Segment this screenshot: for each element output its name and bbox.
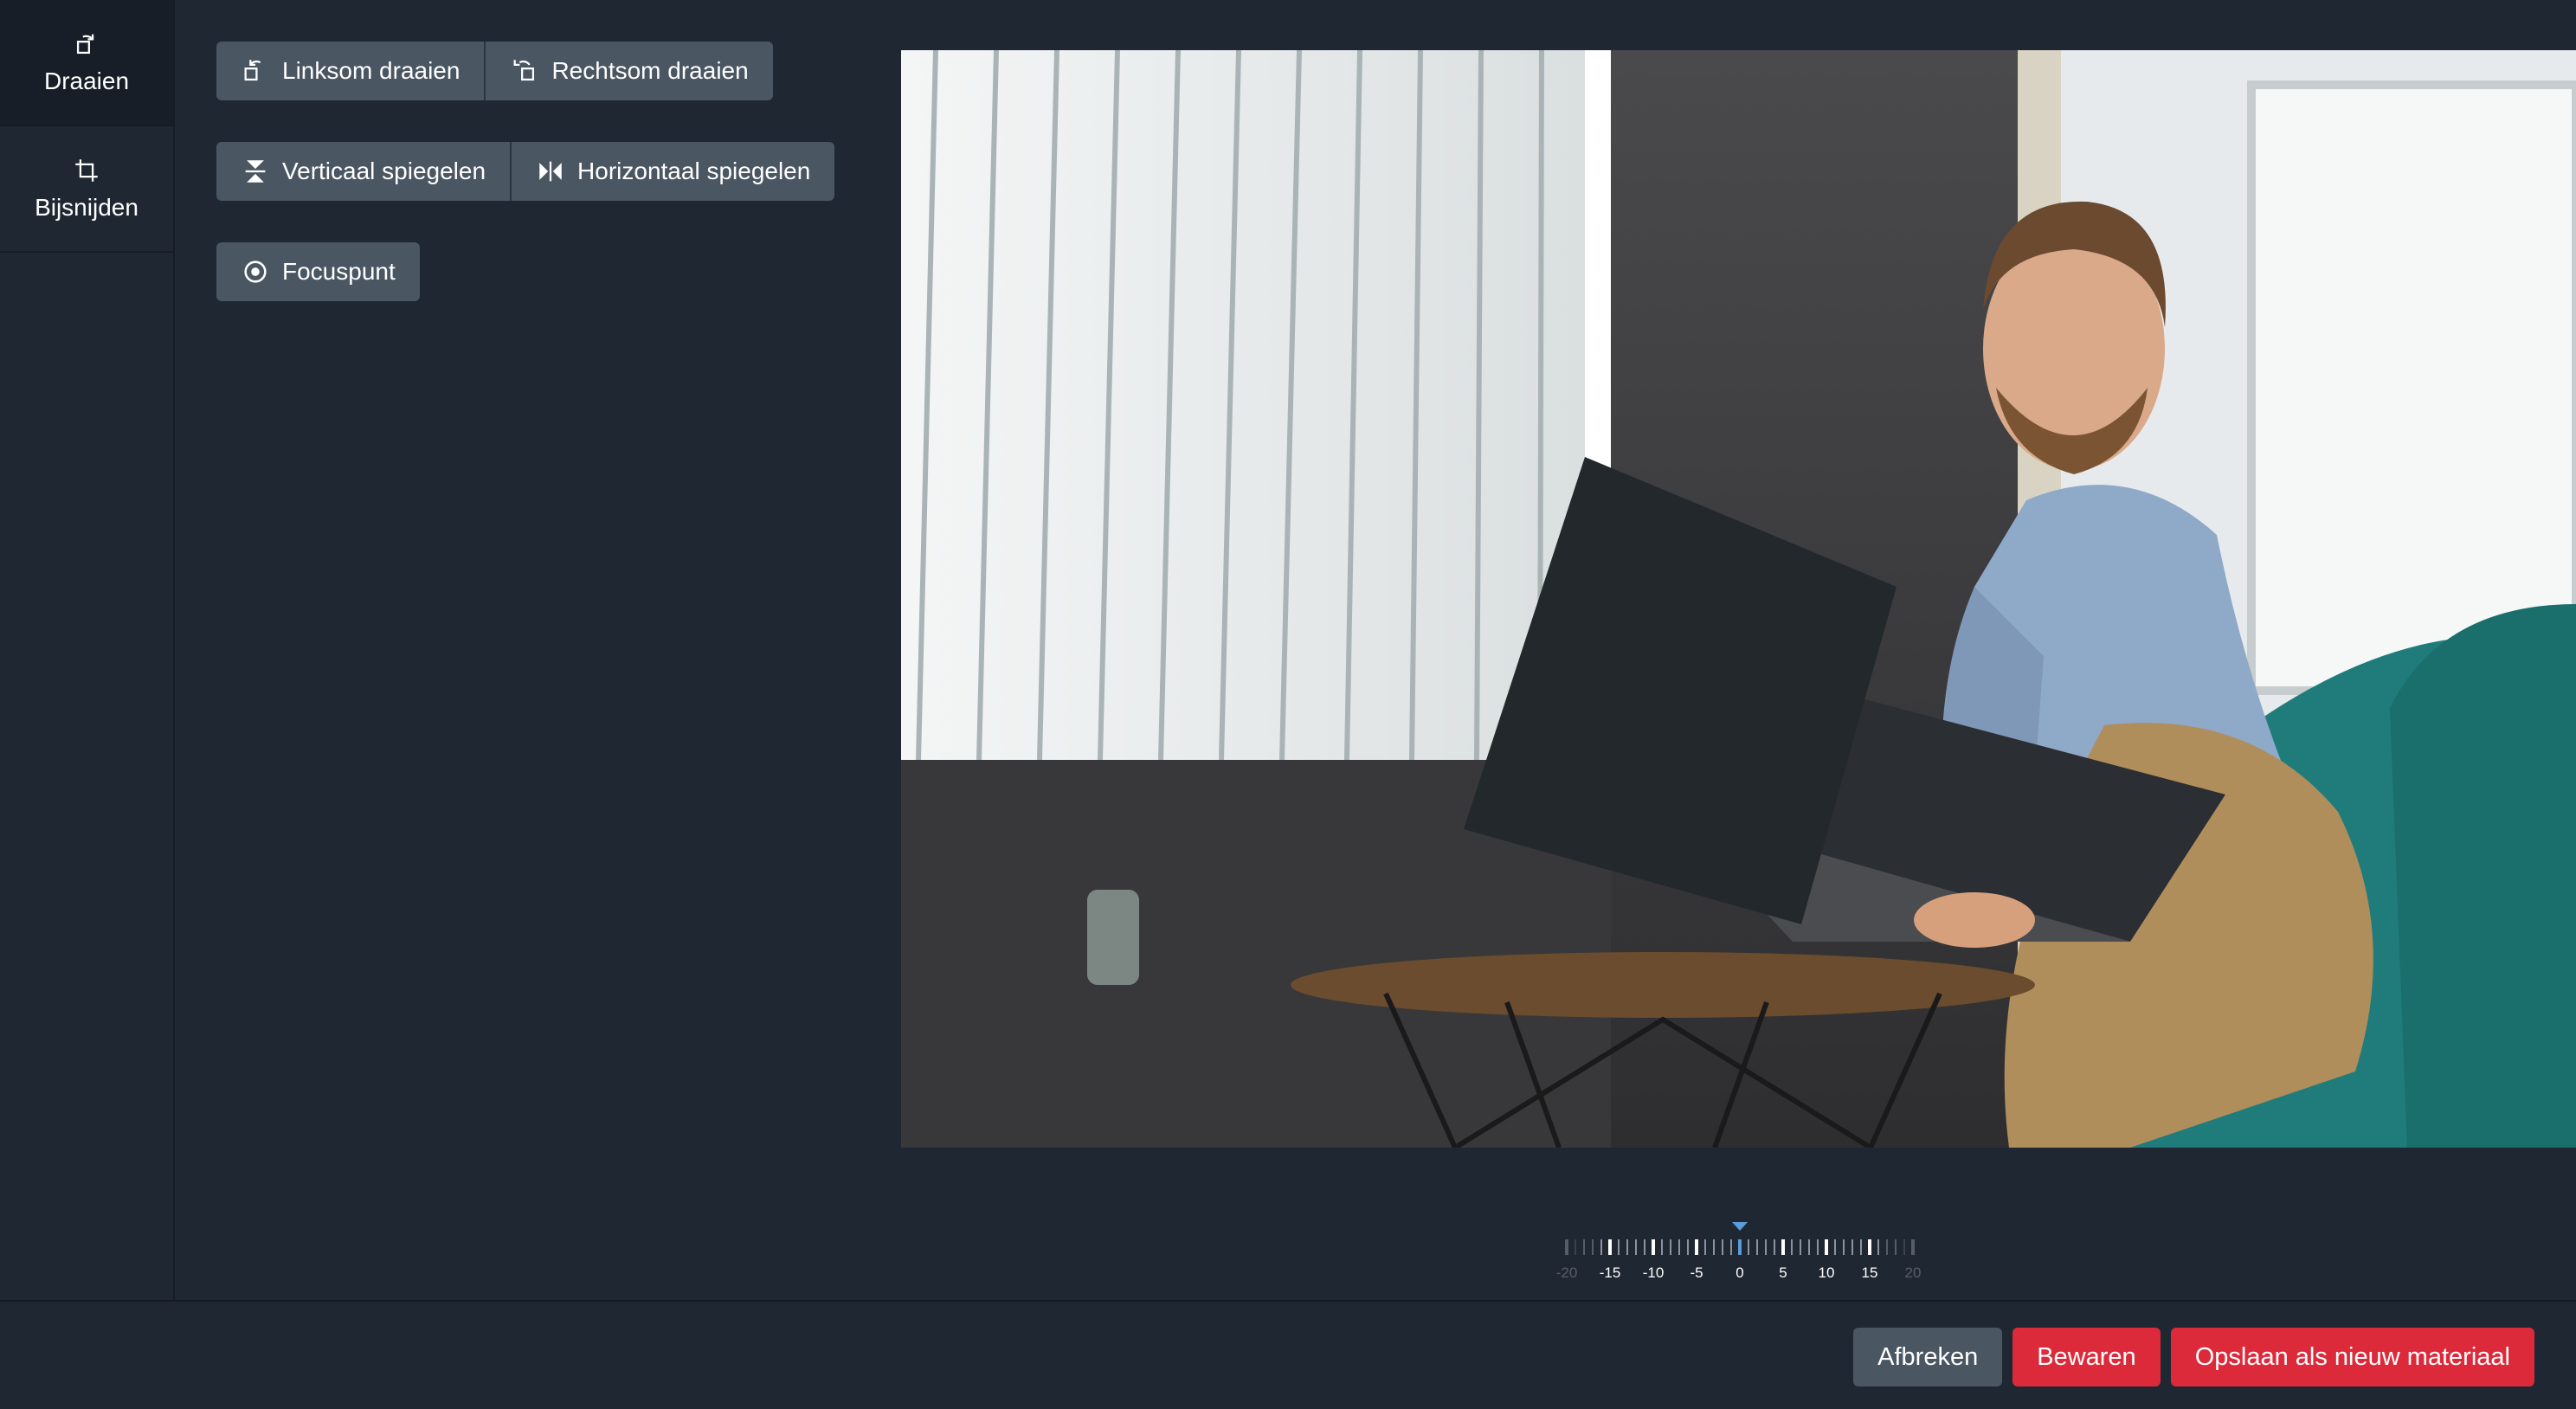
ruler-tick-label: -15 <box>1600 1264 1621 1281</box>
cancel-button[interactable]: Afbreken <box>1853 1328 2003 1386</box>
ruler-tick <box>1765 1239 1767 1255</box>
ruler-tick <box>1808 1239 1810 1255</box>
ruler-tick <box>1565 1239 1568 1255</box>
image-preview[interactable] <box>901 50 2576 1148</box>
ruler-tick <box>1834 1239 1836 1255</box>
ruler-tick <box>1781 1239 1785 1255</box>
flip-horizontal-label: Horizontaal spiegelen <box>577 158 811 184</box>
rotate-left-button[interactable]: Linksom draaien <box>216 42 485 100</box>
ruler-tick <box>1722 1239 1723 1255</box>
ruler-tick <box>1687 1239 1689 1255</box>
ruler-tick <box>1713 1239 1715 1255</box>
ruler-tick <box>1592 1239 1594 1255</box>
focus-point-button[interactable]: Focuspunt <box>216 242 420 301</box>
rotate-right-label: Rechtsom draaien <box>551 57 749 84</box>
ruler-tick <box>1748 1239 1749 1255</box>
ruler-tick <box>1825 1239 1828 1255</box>
focus-button-group: Focuspunt <box>216 242 834 301</box>
ruler-tick <box>1774 1239 1775 1255</box>
ruler-tick <box>1626 1239 1628 1255</box>
ruler-tick <box>1678 1239 1680 1255</box>
rotation-ruler[interactable]: -20 -15 -10 -5 0 5 10 15 20 <box>1385 1215 2095 1284</box>
ruler-tick-label: 15 <box>1862 1264 1878 1281</box>
tool-sidebar: Draaien Bijsnijden <box>0 0 175 1300</box>
flip-horizontal-icon <box>539 161 562 182</box>
ruler-tick <box>1608 1239 1612 1255</box>
ruler-tick <box>1852 1239 1853 1255</box>
flip-vertical-icon <box>245 160 266 183</box>
ruler-tick-label: 20 <box>1905 1264 1922 1281</box>
flip-vertical-button[interactable]: Verticaal spiegelen <box>216 142 511 201</box>
ruler-tick-label: -5 <box>1690 1264 1703 1281</box>
focus-point-icon <box>244 261 267 283</box>
ruler-tick-label: 10 <box>1819 1264 1835 1281</box>
ruler-tick <box>1738 1239 1742 1255</box>
ruler-tick <box>1886 1239 1888 1255</box>
ruler-tick <box>1618 1239 1620 1255</box>
ruler-tick <box>1860 1239 1862 1255</box>
flip-vertical-label: Verticaal spiegelen <box>282 158 486 184</box>
flip-horizontal-button[interactable]: Horizontaal spiegelen <box>510 142 835 201</box>
ruler-tick <box>1911 1239 1915 1255</box>
sidebar-item-label: Bijsnijden <box>35 194 138 221</box>
crop-icon <box>75 159 98 182</box>
save-as-new-button[interactable]: Opslaan als nieuw materiaal <box>2170 1328 2534 1386</box>
sidebar-item-rotate[interactable]: Draaien <box>0 0 173 126</box>
footer-bar: Afbreken Bewaren Opslaan als nieuw mater… <box>0 1300 2576 1409</box>
rotate-left-label: Linksom draaien <box>282 57 460 84</box>
save-button[interactable]: Bewaren <box>2012 1328 2161 1386</box>
ruler-tick <box>1635 1239 1637 1255</box>
sidebar-item-crop[interactable]: Bijsnijden <box>0 126 173 253</box>
focus-point-label: Focuspunt <box>282 258 396 285</box>
ruler-tick <box>1583 1239 1585 1255</box>
ruler-tick <box>1704 1239 1706 1255</box>
ruler-tick <box>1903 1239 1905 1255</box>
rotate-button-group: Linksom draaien Rechtsom draaien <box>216 42 834 100</box>
ruler-tick <box>1877 1239 1879 1255</box>
ruler-tick <box>1756 1239 1758 1255</box>
ruler-tick <box>1843 1239 1845 1255</box>
rotate-right-button[interactable]: Rechtsom draaien <box>484 42 773 100</box>
ruler-tick-label: 5 <box>1779 1264 1787 1281</box>
ruler-tick <box>1868 1239 1871 1255</box>
ruler-tick <box>1600 1239 1602 1255</box>
ruler-tick <box>1695 1239 1698 1255</box>
photo-of-man-with-laptop <box>901 50 2576 1148</box>
ruler-tick <box>1817 1239 1819 1255</box>
ruler-tick-label: -10 <box>1643 1264 1665 1281</box>
ruler-tick <box>1575 1239 1576 1255</box>
rotate-right-icon <box>513 60 535 81</box>
ruler-tick-label: -20 <box>1556 1264 1578 1281</box>
ruler-tick <box>1652 1239 1655 1255</box>
ruler-tick-label: 0 <box>1736 1264 1743 1281</box>
ruler-tick <box>1800 1239 1801 1255</box>
ruler-tick <box>1670 1239 1671 1255</box>
ruler-tick <box>1895 1239 1897 1255</box>
rotate-left-icon <box>244 60 261 81</box>
ruler-tick <box>1661 1239 1663 1255</box>
ruler-tick <box>1730 1239 1732 1255</box>
ruler-tick <box>1791 1239 1793 1255</box>
tool-panel: Linksom draaien Rechtsom draaien Vertica… <box>216 42 835 343</box>
ruler-tick <box>1644 1239 1645 1255</box>
ruler-indicator-icon <box>1732 1222 1748 1231</box>
rotate-icon <box>76 34 94 55</box>
sidebar-item-label: Draaien <box>43 68 130 94</box>
flip-button-group: Verticaal spiegelen Horizontaal spiegele… <box>216 142 835 201</box>
